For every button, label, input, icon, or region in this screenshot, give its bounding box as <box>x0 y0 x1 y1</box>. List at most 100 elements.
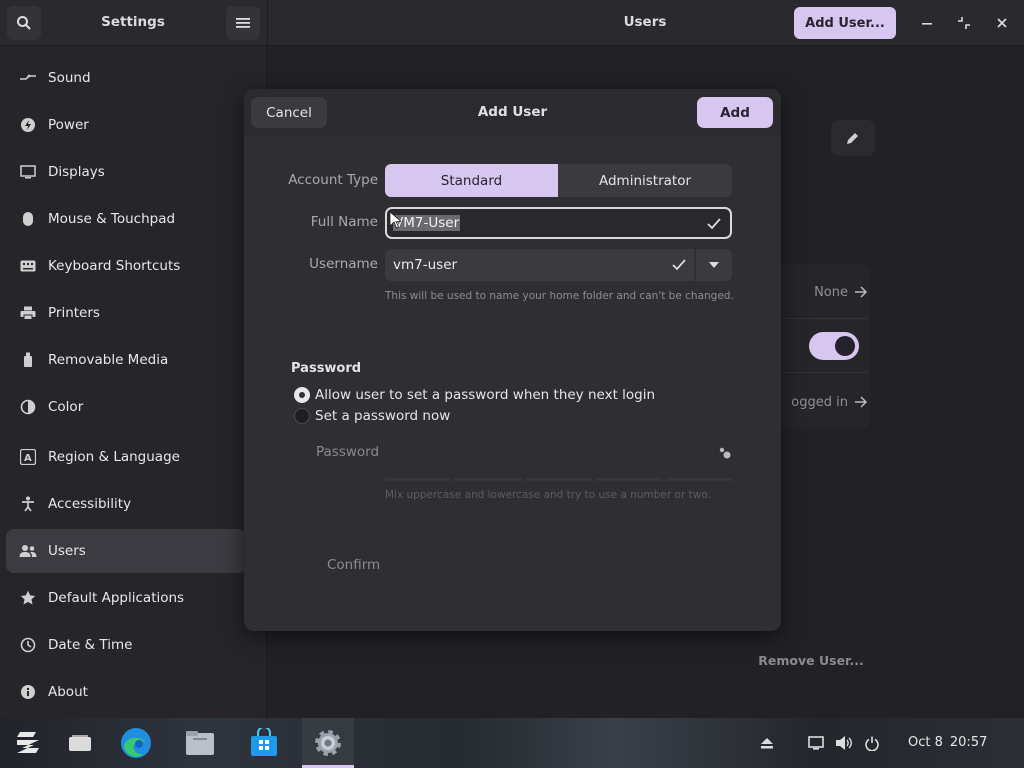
search-icon <box>17 16 31 30</box>
username-field[interactable]: vm7-user <box>385 249 694 281</box>
edit-avatar-button[interactable] <box>831 120 875 156</box>
generate-password-icon <box>719 447 731 459</box>
sidebar-item-power[interactable]: Power <box>6 103 244 147</box>
display-icon <box>18 162 38 182</box>
taskbar-edge[interactable] <box>111 718 161 768</box>
clock[interactable]: Oct 8 20:57 <box>908 735 1008 753</box>
confirm-placeholder: Confirm <box>327 557 381 573</box>
edge-browser-icon <box>121 728 151 758</box>
sidebar-item-label: Date & Time <box>48 637 133 653</box>
full-name-field[interactable]: VM7-User <box>385 207 732 239</box>
folder-icon <box>186 731 214 755</box>
username-dropdown-button[interactable] <box>696 249 732 281</box>
svg-text:A: A <box>24 453 32 464</box>
add-user-dialog: Cancel Add User Add Account Type Standar… <box>244 89 781 631</box>
clock-time: 20:57 <box>949 735 988 750</box>
remove-user-button[interactable]: Remove User... <box>754 653 868 673</box>
checkmark-icon <box>707 218 721 230</box>
clock-date: Oct 8 <box>908 735 943 750</box>
password-placeholder: Password <box>316 444 380 460</box>
autologin-label: ogged in <box>791 394 848 410</box>
close-button[interactable] <box>989 10 1015 36</box>
pencil-icon <box>847 133 858 144</box>
keyboard-icon <box>18 256 38 276</box>
software-store-icon <box>251 728 277 756</box>
tray-power[interactable] <box>848 718 896 768</box>
sidebar-item-mouse[interactable]: Mouse & Touchpad <box>6 197 244 241</box>
gear-icon <box>315 730 341 756</box>
sidebar-item-keyboard[interactable]: Keyboard Shortcuts <box>6 244 244 288</box>
sidebar-item-label: Printers <box>48 305 100 321</box>
language-row[interactable]: None <box>778 282 868 302</box>
password-field: Password <box>308 439 732 469</box>
users-icon <box>18 541 38 561</box>
minimize-icon <box>922 23 932 25</box>
sidebar-item-label: Mouse & Touchpad <box>48 211 176 227</box>
checkmark-icon <box>672 259 686 271</box>
minimize-button[interactable] <box>914 10 940 36</box>
username-value: vm7-user <box>393 257 458 273</box>
account-type-standard[interactable]: Standard <box>385 164 558 197</box>
sidebar-item-printers[interactable]: Printers <box>6 291 244 335</box>
sidebar-item-label: Power <box>48 117 89 133</box>
full-name-value: VM7-User <box>393 215 461 231</box>
account-type-switcher: Standard Administrator <box>385 164 732 197</box>
app-menu-button[interactable] <box>3 718 53 768</box>
clock-icon <box>18 635 38 655</box>
star-icon <box>18 588 38 608</box>
header-bar: Settings Users Add User... <box>0 0 1024 46</box>
password-hint: Mix uppercase and lowercase and try to u… <box>385 489 711 501</box>
accessibility-icon <box>18 494 38 514</box>
cancel-button[interactable]: Cancel <box>251 97 327 128</box>
hamburger-icon <box>236 18 250 28</box>
add-button[interactable]: Add <box>697 97 773 128</box>
language-icon: A <box>18 447 38 467</box>
sidebar-item-accessibility[interactable]: Accessibility <box>6 482 244 526</box>
sidebar-item-color[interactable]: Color <box>6 385 244 429</box>
sidebar-item-label: Keyboard Shortcuts <box>48 258 181 274</box>
password-strength-bar <box>385 478 733 481</box>
taskbar-software[interactable] <box>239 718 289 768</box>
power-icon <box>865 736 879 751</box>
account-type-administrator[interactable]: Administrator <box>558 164 732 197</box>
menu-button[interactable] <box>226 6 260 40</box>
toggle-knob <box>835 336 855 356</box>
sidebar-item-default-apps[interactable]: Default Applications <box>6 576 244 620</box>
sidebar-item-date-time[interactable]: Date & Time <box>6 623 244 667</box>
add-user-button[interactable]: Add User... <box>794 7 896 39</box>
password-option-now[interactable]: Set a password now <box>294 407 714 427</box>
password-option-later[interactable]: Allow user to set a password when they n… <box>294 386 714 406</box>
sidebar-item-about[interactable]: About <box>6 670 244 714</box>
dialog-header: Cancel Add User Add <box>244 89 781 136</box>
sidebar-item-label: Color <box>48 399 84 415</box>
workspaces-button[interactable] <box>55 718 105 768</box>
sidebar-title: Settings <box>101 14 165 30</box>
username-label: Username <box>309 256 378 272</box>
account-type-label: Account Type <box>288 172 378 188</box>
restore-button[interactable] <box>951 10 977 36</box>
taskbar-settings[interactable] <box>302 718 354 768</box>
sidebar-item-users[interactable]: Users <box>6 529 246 573</box>
printer-icon <box>18 303 38 323</box>
sidebar-item-label: Region & Language <box>48 449 180 465</box>
zorin-logo-icon <box>17 732 39 753</box>
row-divider <box>778 372 868 373</box>
power-icon <box>18 115 38 135</box>
admin-toggle[interactable] <box>809 332 859 360</box>
eject-button[interactable] <box>742 718 792 768</box>
search-button[interactable] <box>7 6 41 40</box>
sidebar-item-label: About <box>48 684 88 700</box>
text-cursor-icon <box>389 211 401 229</box>
taskbar-files[interactable] <box>175 718 225 768</box>
sidebar-item-label: Accessibility <box>48 496 132 512</box>
sidebar-item-displays[interactable]: Displays <box>6 150 244 194</box>
sidebar-item-removable-media[interactable]: Removable Media <box>6 338 244 382</box>
sidebar-item-label: Sound <box>48 70 91 86</box>
windows-overview-icon <box>69 735 91 751</box>
sidebar-item-sound[interactable]: Sound <box>6 56 244 100</box>
row-divider <box>778 318 868 319</box>
sidebar-item-region[interactable]: A Region & Language <box>6 435 244 479</box>
autologin-row[interactable]: ogged in <box>768 392 868 412</box>
password-option-label: Allow user to set a password when they n… <box>315 387 656 403</box>
usb-icon <box>18 350 38 370</box>
